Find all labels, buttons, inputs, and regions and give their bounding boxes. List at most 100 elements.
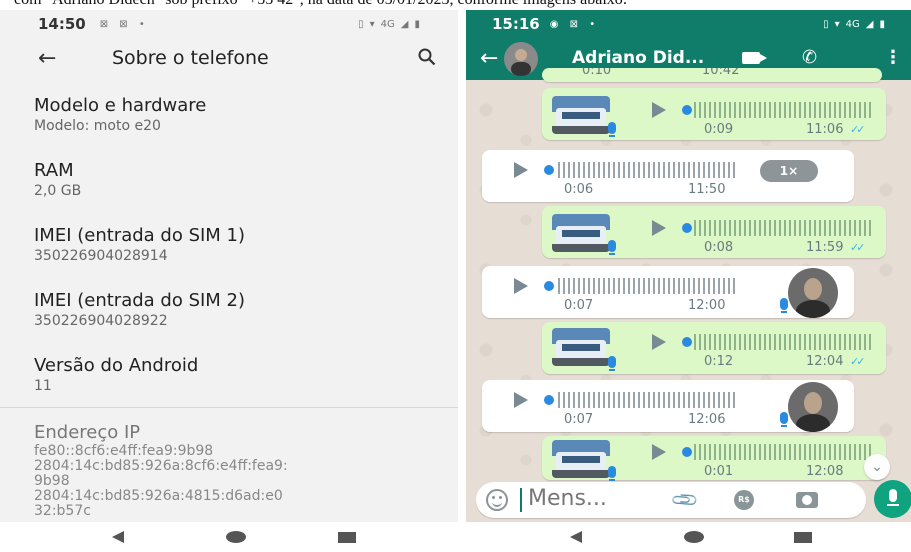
waveform (694, 444, 874, 460)
payment-icon[interactable]: R$ (734, 490, 754, 510)
status-time: 14:50 (38, 15, 86, 33)
info-item-android-version[interactable]: Versão do Android 11 (34, 355, 198, 395)
network-label: 4G (380, 18, 395, 30)
status-bar: 14:50 ⊠ ⊠ • ▯ ▾ 4G ◢ ▮ (0, 10, 458, 38)
play-icon[interactable] (514, 278, 528, 294)
playback-speed-button[interactable]: 1× (760, 160, 818, 182)
nav-recents-icon[interactable] (338, 532, 356, 543)
playback-position[interactable] (682, 223, 692, 233)
waveform (694, 220, 874, 236)
page-title: Sobre o telefone (112, 47, 269, 69)
info-value: fe80::8cf6:e4ff:fea9:9b98 2804:14c:bd85:… (34, 443, 288, 519)
sender-thumbnail (552, 440, 610, 478)
mic-icon (608, 122, 616, 137)
voice-duration: 0:07 (564, 298, 594, 313)
mic-icon (608, 466, 616, 481)
attach-icon[interactable]: 📎 (670, 485, 701, 516)
back-arrow-icon[interactable]: ← (38, 46, 56, 71)
voice-message[interactable]: 0:09 11:06 ✓✓ (542, 88, 886, 140)
voice-duration: 0:09 (704, 122, 734, 137)
voice-message[interactable]: 0:07 12:00 (482, 266, 854, 318)
back-arrow-icon[interactable]: ← (480, 46, 498, 71)
message-time: 11:50 (688, 182, 726, 197)
message-time: 12:08 (806, 464, 844, 479)
network-label: 4G (845, 18, 860, 30)
scroll-down-button[interactable]: ⌄ (864, 454, 890, 480)
contact-avatar[interactable] (504, 42, 538, 76)
signal-icon: ◢ (865, 18, 874, 30)
about-phone-screen: 14:50 ⊠ ⊠ • ▯ ▾ 4G ◢ ▮ ← Sobre o telefon… (0, 10, 458, 552)
voice-duration: 0:08 (704, 240, 734, 255)
playback-position[interactable] (682, 105, 692, 115)
search-icon[interactable] (418, 48, 436, 66)
read-receipt-icon: ✓✓ (850, 241, 866, 254)
signal-icon: ◢ (400, 18, 409, 30)
whatsapp-chat-screen: 15:16 ◉ ⊠ • ▯ ▾ 4G ◢ ▮ ← Adriano Did... … (466, 10, 911, 552)
info-label: Versão do Android (34, 355, 199, 376)
voice-duration: 0:12 (704, 354, 734, 369)
info-value: Modelo: moto e20 (34, 118, 161, 134)
playback-position[interactable] (682, 337, 692, 347)
playback-position[interactable] (544, 395, 554, 405)
voice-message[interactable]: 0:07 12:06 (482, 380, 854, 432)
waveform (558, 392, 738, 408)
info-item-ram[interactable]: RAM 2,0 GB (34, 160, 81, 200)
info-value: 350226904028922 (34, 313, 168, 329)
system-icons: ▯ ▾ 4G ◢ ▮ (358, 19, 420, 30)
playback-position[interactable] (544, 165, 554, 175)
overflow-menu-icon[interactable]: ⋮ (884, 47, 902, 68)
play-icon[interactable] (514, 392, 528, 408)
voice-duration: 0:07 (564, 412, 594, 427)
emoji-icon[interactable] (486, 489, 508, 511)
info-item-ip-address: Endereço IP fe80::8cf6:e4ff:fea9:9b98 28… (34, 422, 454, 519)
voice-call-icon[interactable]: ✆ (802, 47, 817, 68)
voice-duration: 0:10 (582, 68, 612, 78)
info-label: Endereço IP (34, 422, 141, 443)
info-item-imei-2[interactable]: IMEI (entrada do SIM 2) 350226904028922 (34, 290, 245, 330)
contact-name[interactable]: Adriano Did... (572, 48, 704, 68)
navigation-bar (0, 522, 458, 552)
nav-home-icon[interactable] (684, 531, 704, 543)
notification-icons: ◉ ⊠ • (549, 18, 600, 30)
voice-duration: 0:06 (564, 182, 594, 197)
avatar-photo-icon (511, 49, 531, 76)
voice-message[interactable]: 0:01 12:08 (542, 436, 886, 481)
info-value: 350226904028914 (34, 248, 168, 264)
play-icon[interactable] (652, 444, 666, 460)
waveform (558, 162, 738, 178)
mic-icon (780, 298, 788, 313)
waveform (694, 102, 874, 118)
message-time: 10:42 (702, 68, 740, 78)
nav-home-icon[interactable] (226, 531, 246, 543)
waveform (558, 278, 738, 294)
playback-position[interactable] (682, 447, 692, 457)
read-receipt-icon: ✓✓ (850, 123, 866, 136)
message-input-bar[interactable]: Mens... 📎 R$ (476, 482, 866, 518)
play-icon[interactable] (652, 334, 666, 350)
play-icon[interactable] (652, 102, 666, 118)
voice-duration: 0:01 (704, 464, 734, 479)
info-item-model[interactable]: Modelo e hardware Modelo: moto e20 (34, 95, 206, 135)
voice-message[interactable]: 0:08 11:59 ✓✓ (542, 206, 886, 258)
info-label: IMEI (entrada do SIM 1) (34, 225, 246, 246)
camera-icon[interactable] (796, 492, 818, 508)
nav-back-icon[interactable] (112, 531, 124, 543)
message-input[interactable]: Mens... (528, 486, 607, 511)
nav-recents-icon[interactable] (794, 532, 812, 543)
play-icon[interactable] (514, 162, 528, 178)
voice-message[interactable]: 1× 0:06 11:50 (482, 150, 854, 202)
playback-position[interactable] (544, 281, 554, 291)
voice-message[interactable]: 0:12 12:04 ✓✓ (542, 322, 886, 374)
record-voice-button[interactable] (874, 480, 911, 518)
nav-back-icon[interactable] (570, 531, 582, 543)
video-call-icon[interactable] (742, 52, 767, 64)
info-value: 11 (34, 378, 52, 394)
message-time: 11:59 (806, 240, 844, 255)
info-value: 2,0 GB (34, 183, 82, 199)
divider (0, 407, 458, 408)
text-cursor (520, 488, 522, 512)
info-item-imei-1[interactable]: IMEI (entrada do SIM 1) 350226904028914 (34, 225, 245, 265)
sender-thumbnail (552, 214, 610, 252)
play-icon[interactable] (652, 220, 666, 236)
sender-avatar (788, 268, 838, 318)
